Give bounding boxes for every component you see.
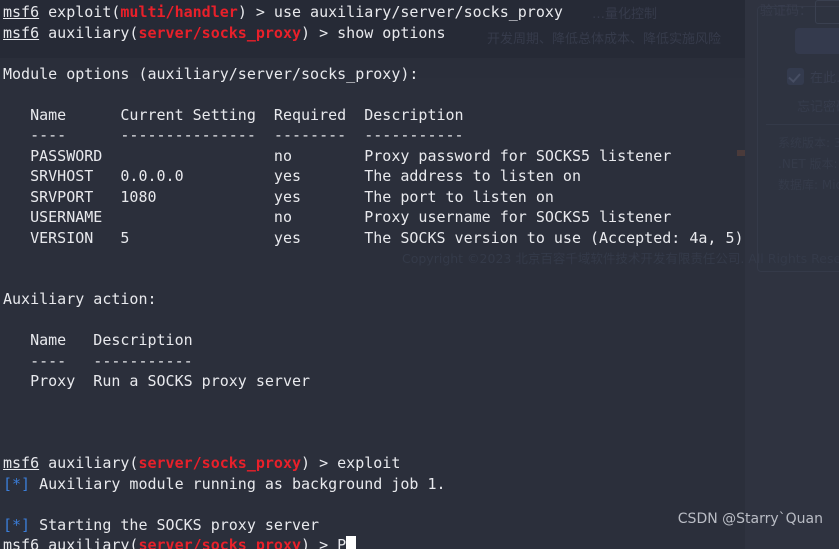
terminal-line: Name Description [3, 330, 839, 351]
terminal-line: SRVPORT 1080 yes The port to listen on [3, 187, 839, 208]
terminal-line: msf6 auxiliary(server/socks_proxy) > exp… [3, 453, 839, 474]
terminal-output[interactable]: msf6 exploit(multi/handler) > use auxili… [0, 0, 839, 549]
terminal-segment-prompt: msf6 [3, 3, 40, 21]
terminal-line: VERSION 5 yes The SOCKS version to use (… [3, 228, 839, 249]
terminal-segment-white: auxiliary( [39, 536, 139, 549]
terminal-segment-white: ) > P [301, 536, 347, 549]
terminal-segment-text: Name Current Setting Required Descriptio… [3, 105, 464, 124]
terminal-segment-text: ---- ----------- [3, 351, 193, 370]
terminal-line: msf6 auxiliary(server/socks_proxy) > sho… [3, 23, 839, 44]
csdn-watermark: CSDN @Starry`Quan [677, 511, 823, 527]
terminal-line: Module options (auxiliary/server/socks_p… [3, 64, 839, 85]
terminal-segment-red: multi/handler [120, 3, 238, 21]
terminal-segment-text: SRVPORT 1080 yes The port to listen on [3, 187, 554, 206]
text-cursor [346, 536, 356, 549]
terminal-segment-blue: [*] [3, 474, 31, 493]
terminal-line: PASSWORD no Proxy password for SOCKS5 li… [3, 146, 839, 167]
terminal-segment-text: USERNAME no Proxy username for SOCKS5 li… [3, 208, 672, 226]
terminal-segment-text: Auxiliary action: [3, 290, 157, 308]
terminal-segment-red: server/socks_proxy [138, 23, 302, 42]
terminal-segment-blue: [*] [3, 515, 31, 534]
terminal-segment-red: server/socks_proxy [138, 454, 302, 472]
terminal-line: USERNAME no Proxy username for SOCKS5 li… [3, 207, 839, 228]
terminal-segment-text: SRVHOST 0.0.0.0 yes The address to liste… [3, 167, 581, 185]
terminal-segment-white: ) > show options [301, 23, 446, 42]
terminal-segment-text: PASSWORD no Proxy password for SOCKS5 li… [3, 146, 672, 165]
terminal-segment-white: auxiliary( [39, 23, 139, 42]
terminal-segment-text: VERSION 5 yes The SOCKS version to use (… [3, 228, 744, 247]
terminal-segment-white: Starting the SOCKS proxy server [30, 515, 320, 534]
terminal-line: [*] Auxiliary module running as backgrou… [3, 474, 839, 495]
terminal-line: SRVHOST 0.0.0.0 yes The address to liste… [3, 166, 839, 187]
terminal-segment-white: ) > use auxiliary/server/socks_proxy [237, 3, 563, 21]
terminal-segment-prompt: msf6 [3, 536, 40, 549]
terminal-segment-text: Module options (auxiliary/server/socks_p… [3, 64, 419, 83]
terminal-segment-text: Name Description [3, 331, 193, 349]
terminal-line: ---- ----------- [3, 351, 839, 372]
terminal-line: msf6 auxiliary(server/socks_proxy) > P [3, 535, 839, 549]
terminal-segment-white: Auxiliary module running as background j… [30, 474, 446, 493]
terminal-segment-red: server/socks_proxy [138, 536, 302, 549]
terminal-segment-prompt: msf6 [3, 23, 40, 42]
terminal-line: Name Current Setting Required Descriptio… [3, 105, 839, 126]
terminal-segment-text: ---- --------------- -------- ----------… [3, 126, 464, 144]
terminal-segment-white: auxiliary( [39, 454, 139, 472]
terminal-line: ---- --------------- -------- ----------… [3, 125, 839, 146]
terminal-segment-text: Proxy Run a SOCKS proxy server [3, 372, 311, 390]
terminal-line: Proxy Run a SOCKS proxy server [3, 371, 839, 392]
terminal-line: Auxiliary action: [3, 289, 839, 310]
terminal-line: msf6 exploit(multi/handler) > use auxili… [3, 2, 839, 23]
terminal-segment-prompt: msf6 [3, 454, 40, 472]
terminal-segment-white: exploit( [39, 3, 121, 21]
terminal-window: …量化控制 开发周期、降低总体成本、降低实施风险 验证码： 在此… 忘记密码 系… [0, 0, 839, 549]
terminal-segment-white: ) > exploit [301, 454, 401, 472]
